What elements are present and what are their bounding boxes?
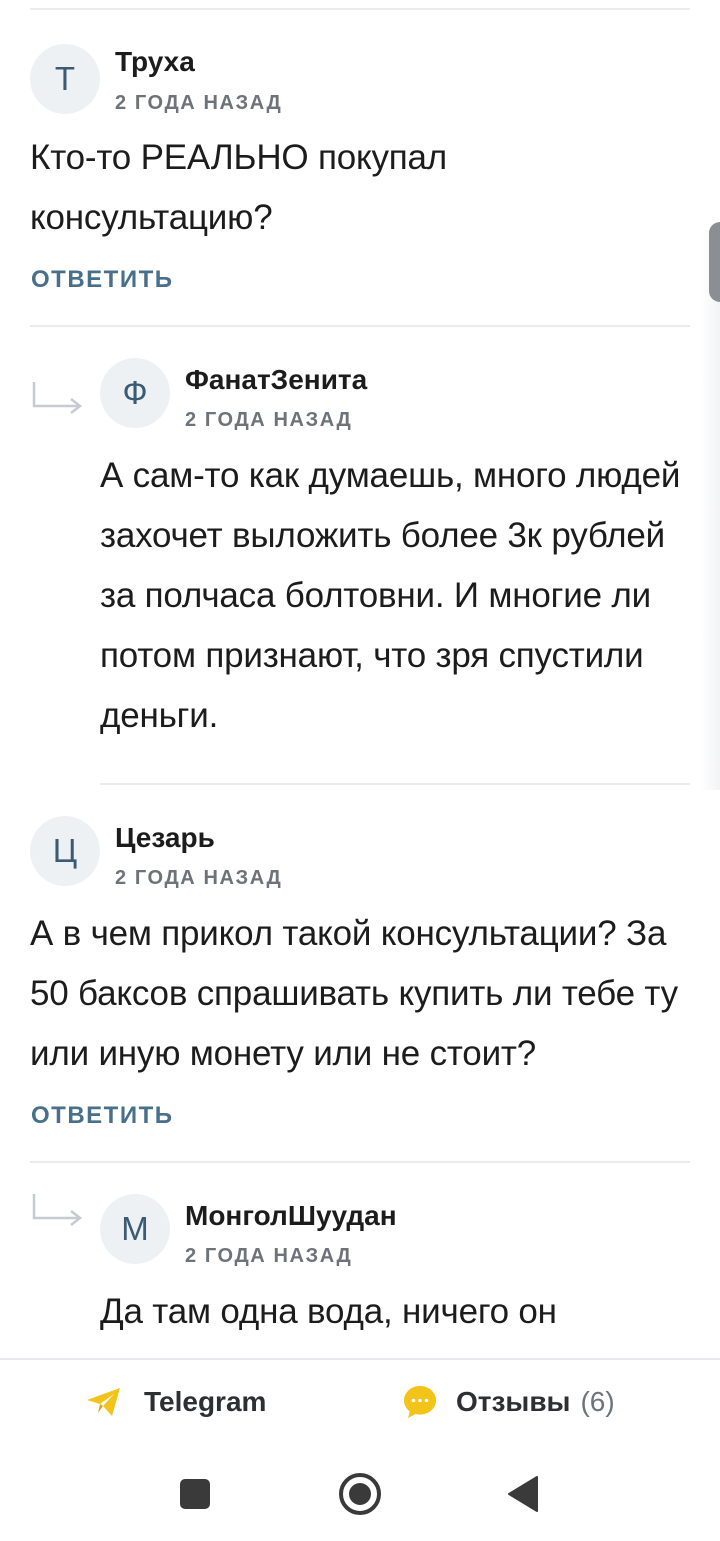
comment-author: ФанатЗенита [185,364,368,395]
bottom-action-bar: Telegram Отзывы (6) [0,1358,720,1442]
comment-author: Цезарь [115,822,215,853]
comment-text: А сам-то как думаешь, много людей захоче… [100,456,681,735]
comment-time: 2 ГОДА НАЗАД [115,92,283,114]
telegram-button[interactable]: Telegram [86,1360,266,1444]
edge-shadow [700,230,720,790]
avatar: М [100,1194,170,1264]
comment-text: Кто-то РЕАЛЬНО покупал консультацию? [30,138,448,237]
divider [100,783,690,785]
telegram-label: Telegram [144,1386,267,1417]
reviews-count: (6) [580,1386,615,1417]
comment-author: Труха [115,46,195,77]
comment-time: 2 ГОДА НАЗАД [185,1245,353,1267]
avatar: Т [30,44,100,114]
comment-time: 2 ГОДА НАЗАД [185,409,353,431]
divider [30,325,690,327]
comment-author: МонголШуудан [185,1200,397,1231]
comment-text: Да там одна вода, ничего он [100,1292,557,1331]
triangle-back-icon[interactable] [506,1475,540,1513]
comment-text: А в чем прикол такой консультации? За 50… [30,914,678,1073]
paper-plane-icon [87,1388,120,1416]
avatar: Ц [30,816,100,886]
avatar: Ф [100,358,170,428]
reply-arrow-icon [32,1194,83,1226]
reviews-button[interactable]: Отзывы (6) [402,1360,615,1444]
divider [30,1161,690,1163]
chat-bubble-icon [404,1386,436,1418]
square-icon[interactable] [178,1477,212,1511]
comment-time: 2 ГОДА НАЗАД [115,867,283,889]
reply-button[interactable]: ОТВЕТИТЬ [31,266,174,294]
edge-handle[interactable] [709,222,720,302]
system-navigation-bar [0,1442,720,1541]
divider [30,8,690,10]
reply-arrow-icon [32,382,83,414]
reply-button[interactable]: ОТВЕТИТЬ [31,1102,174,1130]
reviews-label: Отзывы [456,1386,571,1417]
comments-page: Т Труха 2 ГОДА НАЗАД Кто-то РЕАЛЬНО поку… [0,0,720,1541]
circle-icon[interactable] [337,1471,383,1517]
